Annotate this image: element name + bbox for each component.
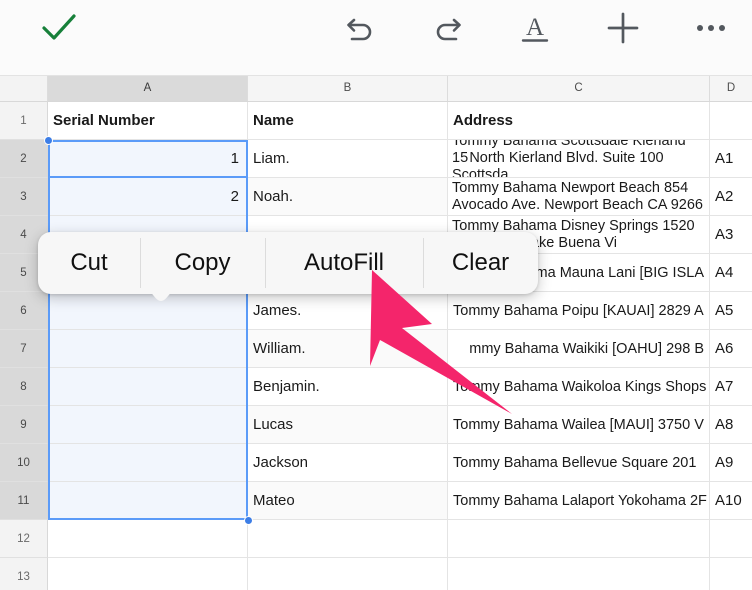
cell-c8[interactable]: Tommy Bahama Waikoloa Kings Shops xyxy=(448,368,710,406)
cell-a7[interactable] xyxy=(48,330,248,368)
cell-d10[interactable]: A9 xyxy=(710,444,752,482)
row-header-9[interactable]: 9 xyxy=(0,406,48,444)
column-header-b[interactable]: B xyxy=(248,76,448,101)
row-header-1[interactable]: 1 xyxy=(0,102,48,140)
context-menu-cut[interactable]: Cut xyxy=(38,232,140,294)
cell-d9[interactable]: A8 xyxy=(710,406,752,444)
undo-button[interactable] xyxy=(332,0,390,56)
row-header-11[interactable]: 11 xyxy=(0,482,48,520)
redo-button[interactable] xyxy=(418,0,476,56)
cell-c2[interactable]: Tommy Bahama Scottsdale Kierland 15 Nort… xyxy=(448,140,710,178)
column-header-c[interactable]: C xyxy=(448,76,710,101)
column-header-row: A B C D xyxy=(0,76,752,102)
cell-a1[interactable]: Serial Number xyxy=(48,102,248,140)
row-header-2[interactable]: 2 xyxy=(0,140,48,178)
cell-d6[interactable]: A5 xyxy=(710,292,752,330)
cell-c10[interactable]: Tommy Bahama Bellevue Square 201 xyxy=(448,444,710,482)
done-button[interactable] xyxy=(30,0,88,56)
svg-text:A: A xyxy=(526,14,544,41)
cell-d7[interactable]: A6 xyxy=(710,330,752,368)
format-text-icon: A xyxy=(521,14,549,42)
cell-a11[interactable] xyxy=(48,482,248,520)
cell-b2[interactable]: Liam. xyxy=(248,140,448,178)
cell-a2[interactable]: 1 xyxy=(48,140,248,178)
context-menu: Cut Copy AutoFill Clear xyxy=(38,232,538,294)
selection-handle-bottom-right[interactable] xyxy=(244,516,253,525)
cell-c7[interactable]: mmy Bahama Waikiki [OAHU] 298 B xyxy=(448,330,710,368)
format-text-button[interactable]: A xyxy=(506,0,564,56)
cell-b7[interactable]: William. xyxy=(248,330,448,368)
cell-c1[interactable]: Address xyxy=(448,102,710,140)
add-icon xyxy=(607,12,639,44)
cell-c12[interactable] xyxy=(448,520,710,558)
cell-b11[interactable]: Mateo xyxy=(248,482,448,520)
cell-b9[interactable]: Lucas xyxy=(248,406,448,444)
cell-d8[interactable]: A7 xyxy=(710,368,752,406)
cell-d3[interactable]: A2 xyxy=(710,178,752,216)
row-header-7[interactable]: 7 xyxy=(0,330,48,368)
column-header-a[interactable]: A xyxy=(48,76,248,101)
redo-icon xyxy=(436,18,461,41)
done-icon xyxy=(42,14,76,40)
cell-d5[interactable]: A4 xyxy=(710,254,752,292)
cell-c6[interactable]: Tommy Bahama Poipu [KAUAI] 2829 A xyxy=(448,292,710,330)
cell-b6[interactable]: James. xyxy=(248,292,448,330)
context-menu-copy[interactable]: Copy xyxy=(140,232,265,294)
row-header-10[interactable]: 10 xyxy=(0,444,48,482)
row-header-13[interactable]: 13 xyxy=(0,558,48,590)
cell-a13[interactable] xyxy=(48,558,248,590)
context-menu-autofill[interactable]: AutoFill xyxy=(265,232,423,294)
spreadsheet-app: A A B C D 1 2 3 4 5 6 7 8 9 10 11 12 13 … xyxy=(0,0,752,590)
undo-icon xyxy=(347,18,372,41)
add-button[interactable] xyxy=(594,0,652,56)
cell-a9[interactable] xyxy=(48,406,248,444)
more-options-button[interactable] xyxy=(682,0,740,56)
row-header-6[interactable]: 6 xyxy=(0,292,48,330)
cell-b13[interactable] xyxy=(248,558,448,590)
cell-d11[interactable]: A10 xyxy=(710,482,752,520)
row-header-8[interactable]: 8 xyxy=(0,368,48,406)
cell-b1[interactable]: Name xyxy=(248,102,448,140)
cell-c9[interactable]: Tommy Bahama Wailea [MAUI] 3750 V xyxy=(448,406,710,444)
cell-d2[interactable]: A1 xyxy=(710,140,752,178)
row-header-12[interactable]: 12 xyxy=(0,520,48,558)
row-header-3[interactable]: 3 xyxy=(0,178,48,216)
cell-d13[interactable] xyxy=(710,558,752,590)
context-menu-tail xyxy=(146,288,176,301)
cell-a12[interactable] xyxy=(48,520,248,558)
cell-a8[interactable] xyxy=(48,368,248,406)
top-toolbar: A xyxy=(0,0,752,76)
cell-a3[interactable]: 2 xyxy=(48,178,248,216)
cell-d4[interactable]: A3 xyxy=(710,216,752,254)
cell-c13[interactable] xyxy=(448,558,710,590)
selection-handle-top-left[interactable] xyxy=(44,136,53,145)
cell-d1[interactable] xyxy=(710,102,752,140)
column-header-d[interactable]: D xyxy=(710,76,752,101)
spreadsheet-grid[interactable]: A B C D 1 2 3 4 5 6 7 8 9 10 11 12 13 Se… xyxy=(0,76,752,590)
cell-c3[interactable]: Tommy Bahama Newport Beach 854 Avocado A… xyxy=(448,178,710,216)
cell-b8[interactable]: Benjamin. xyxy=(248,368,448,406)
cell-c11[interactable]: Tommy Bahama Lalaport Yokohama 2F xyxy=(448,482,710,520)
more-options-icon xyxy=(697,25,725,31)
cell-b12[interactable] xyxy=(248,520,448,558)
select-all-corner[interactable] xyxy=(0,76,48,101)
cell-d12[interactable] xyxy=(710,520,752,558)
cell-b3[interactable]: Noah. xyxy=(248,178,448,216)
cell-a10[interactable] xyxy=(48,444,248,482)
cell-b10[interactable]: Jackson xyxy=(248,444,448,482)
context-menu-clear[interactable]: Clear xyxy=(423,232,538,294)
